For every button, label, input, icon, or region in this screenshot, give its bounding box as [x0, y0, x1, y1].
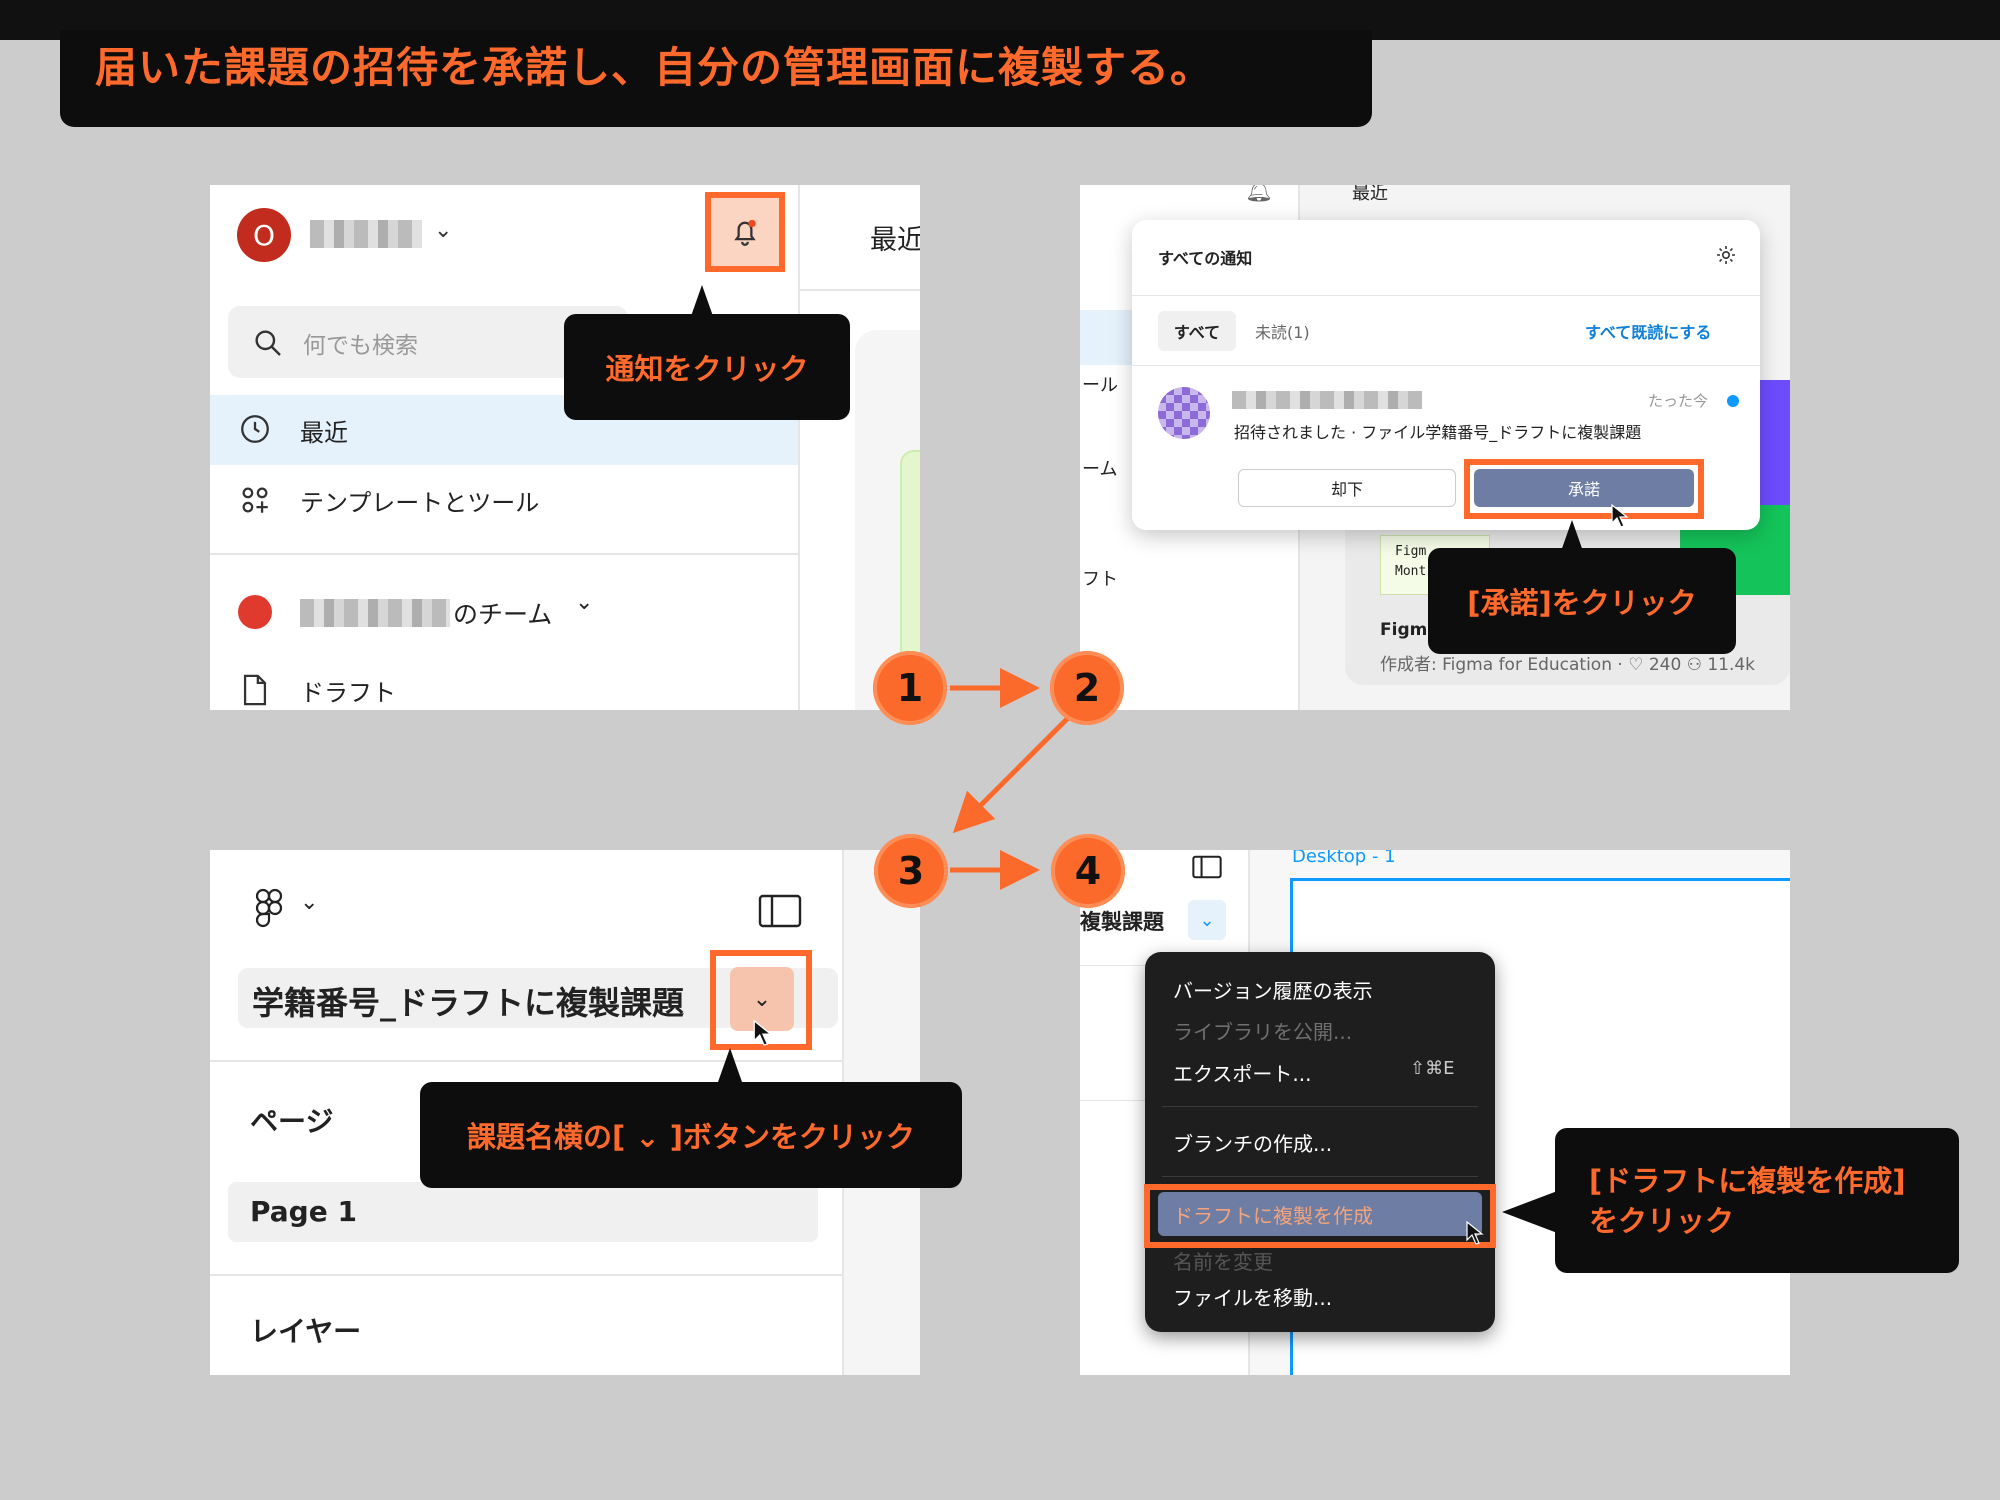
step-1-badge: 1 [873, 651, 947, 725]
arrow-2-3 [952, 716, 1070, 834]
step-3-badge: 3 [874, 834, 948, 908]
step-2-badge: 2 [1050, 651, 1124, 725]
step-arrows [950, 668, 1070, 890]
step-4-badge: 4 [1051, 834, 1125, 908]
